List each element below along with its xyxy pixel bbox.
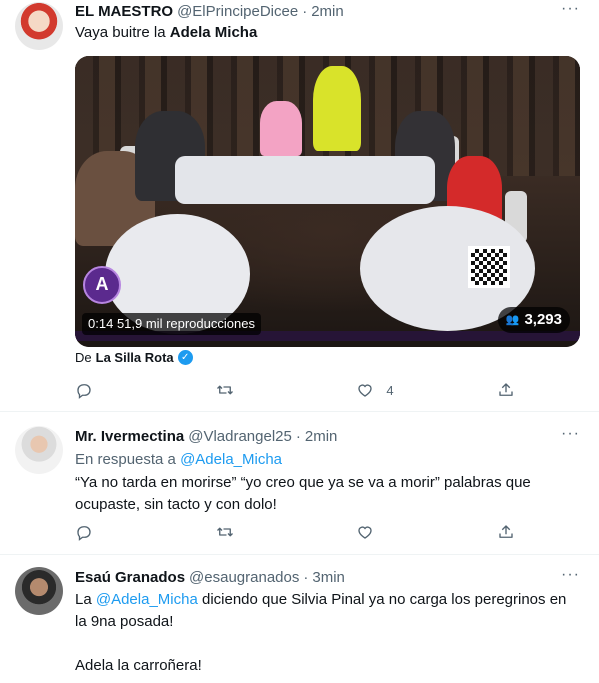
share-button[interactable] bbox=[497, 379, 515, 401]
retweet-icon bbox=[216, 527, 233, 537]
tweet-actions bbox=[75, 521, 515, 543]
like-button[interactable]: 4 bbox=[356, 379, 466, 401]
reply-icon bbox=[77, 526, 91, 541]
reply-mention[interactable]: @Adela_Micha bbox=[180, 451, 282, 468]
tweet-header: Esaú Granados @esaugranados · 3min bbox=[75, 569, 345, 586]
tweet[interactable]: Esaú Granados @esaugranados · 3min ··· L… bbox=[0, 555, 599, 683]
author-handle[interactable]: @ElPrincipeDicee bbox=[177, 3, 298, 20]
reply-prefix: En respuesta a bbox=[75, 451, 181, 468]
retweet-icon bbox=[216, 385, 233, 395]
retweet-button[interactable] bbox=[216, 379, 326, 401]
tweet-text: Vaya buitre la Adela Micha bbox=[75, 22, 581, 44]
avatar[interactable] bbox=[15, 426, 63, 474]
retweet-button[interactable] bbox=[216, 521, 326, 543]
source-name[interactable]: La Silla Rota bbox=[96, 350, 174, 365]
video-source: De La Silla Rota ✓ bbox=[75, 350, 193, 365]
tweet-header: Mr. Ivermectina @Vladrangel25 · 2min bbox=[75, 428, 337, 445]
reply-icon bbox=[77, 384, 91, 399]
author-name[interactable]: Mr. Ivermectina bbox=[75, 428, 184, 445]
tweet-text: “Ya no tarda en morirse” “yo creo que ya… bbox=[75, 474, 531, 513]
view-count: 3,293 bbox=[524, 311, 562, 328]
tweet-paragraph: La @Adela_Micha diciendo que Silvia Pina… bbox=[75, 589, 581, 633]
share-button[interactable] bbox=[497, 521, 515, 543]
avatar[interactable] bbox=[15, 567, 63, 615]
more-icon[interactable]: ··· bbox=[561, 1, 579, 22]
qr-code bbox=[468, 246, 510, 288]
reply-context: En respuesta a @Adela_Micha bbox=[75, 451, 282, 468]
video-player[interactable]: A 0:14 51,9 mil reproducciones 👥 3,293 bbox=[75, 56, 580, 347]
separator: · bbox=[302, 3, 308, 20]
like-button[interactable] bbox=[356, 521, 466, 543]
tweet-actions: 4 bbox=[75, 379, 515, 401]
table bbox=[175, 156, 435, 204]
timestamp[interactable]: 3min bbox=[312, 569, 345, 586]
separator: · bbox=[295, 428, 301, 445]
avatar[interactable] bbox=[15, 2, 63, 50]
channel-logo: A bbox=[83, 266, 121, 304]
timestamp[interactable]: 2min bbox=[311, 3, 344, 20]
like-icon bbox=[358, 526, 372, 539]
timestamp[interactable]: 2min bbox=[305, 428, 338, 445]
tweet-paragraph: Adela la carroñera! bbox=[75, 657, 202, 674]
video-time: 0:14 bbox=[88, 316, 114, 331]
author-handle[interactable]: @Vladrangel25 bbox=[188, 428, 292, 445]
tweet-text-bold: Adela Micha bbox=[169, 24, 258, 41]
logo-letter: A bbox=[95, 274, 109, 294]
video-reproductions: 51,9 mil reproducciones bbox=[116, 316, 255, 331]
verified-icon: ✓ bbox=[177, 350, 193, 365]
tweet[interactable]: EL MAESTRO @ElPrincipeDicee · 2min ··· V… bbox=[0, 0, 599, 412]
person bbox=[260, 101, 302, 156]
like-icon bbox=[358, 384, 372, 397]
tweet[interactable]: Mr. Ivermectina @Vladrangel25 · 2min ···… bbox=[0, 412, 599, 555]
share-icon bbox=[499, 383, 513, 396]
video-counter: 0:14 51,9 mil reproducciones bbox=[82, 313, 261, 335]
tweet-header: EL MAESTRO @ElPrincipeDicee · 2min bbox=[75, 3, 344, 20]
reply-button[interactable] bbox=[75, 379, 185, 401]
tweet-text-prefix: Vaya buitre la bbox=[75, 24, 170, 41]
reply-button[interactable] bbox=[75, 521, 185, 543]
author-name[interactable]: EL MAESTRO bbox=[75, 3, 173, 20]
more-icon[interactable]: ··· bbox=[561, 426, 579, 447]
author-handle[interactable]: @esaugranados bbox=[189, 569, 299, 586]
tweet-text: La @Adela_Micha diciendo que Silvia Pina… bbox=[75, 589, 581, 683]
author-name[interactable]: Esaú Granados bbox=[75, 569, 185, 586]
share-icon bbox=[499, 525, 513, 538]
person bbox=[313, 66, 361, 151]
tweet-text-prefix: La bbox=[75, 591, 96, 608]
tweet-mention[interactable]: @Adela_Micha bbox=[96, 591, 198, 608]
video-frame: A bbox=[75, 56, 580, 347]
separator: · bbox=[303, 569, 309, 586]
source-prefix: De bbox=[75, 350, 92, 365]
more-icon[interactable]: ··· bbox=[561, 567, 579, 588]
view-count-badge: 👥 3,293 bbox=[497, 307, 570, 333]
like-count: 4 bbox=[386, 382, 394, 398]
views-icon: 👥 bbox=[505, 314, 520, 326]
